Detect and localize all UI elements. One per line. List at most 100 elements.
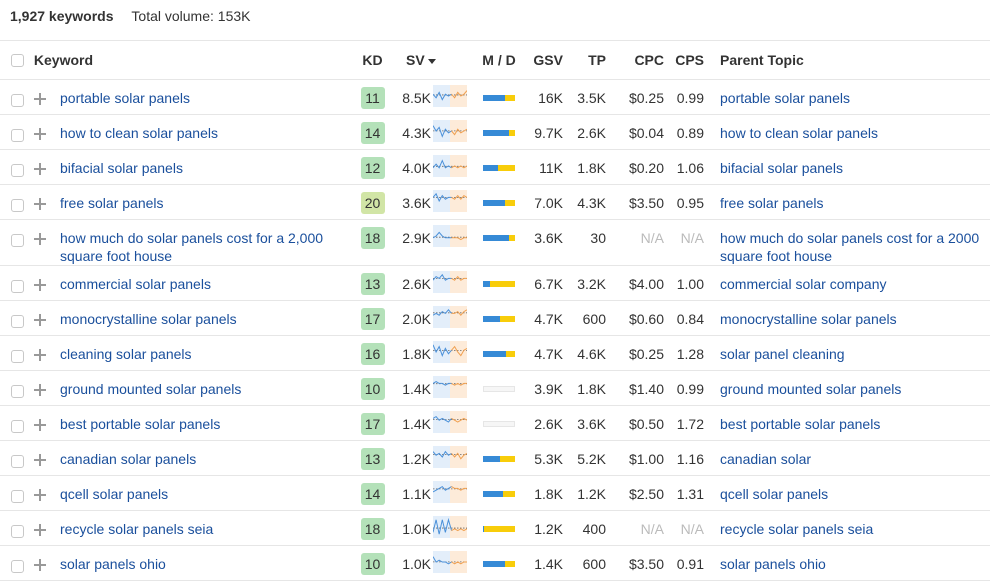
parent-topic-link[interactable]: best portable solar panels: [720, 416, 880, 432]
keyword-link[interactable]: how to clean solar panels: [60, 124, 218, 142]
parent-topic-link[interactable]: recycle solar panels seia: [720, 521, 873, 537]
keyword-link[interactable]: portable solar panels: [60, 89, 190, 107]
keyword-link[interactable]: bifacial solar panels: [60, 159, 183, 177]
parent-topic-link[interactable]: bifacial solar panels: [720, 160, 843, 176]
kd-badge: 13: [360, 448, 385, 470]
row-checkbox[interactable]: [11, 163, 24, 177]
keyword-link[interactable]: free solar panels: [60, 194, 164, 212]
parent-topic-link[interactable]: canadian solar: [720, 451, 811, 467]
header-sv[interactable]: SV: [395, 40, 475, 80]
row-checkbox[interactable]: [11, 384, 24, 398]
table-row: cleaning solar panels 16 1.8K 4.7K 4.6K …: [0, 335, 990, 371]
add-to-list-icon[interactable]: [34, 163, 46, 176]
cpc: $0.20: [628, 160, 664, 176]
mobile-share: [483, 526, 484, 533]
add-to-list-icon[interactable]: [34, 524, 46, 537]
sparkline-past-bg: [433, 271, 450, 293]
parent-topic-link[interactable]: solar panels ohio: [720, 556, 826, 572]
row-checkbox[interactable]: [11, 93, 24, 107]
row-checkbox[interactable]: [11, 279, 24, 293]
add-to-list-icon[interactable]: [34, 198, 46, 211]
keyword-link[interactable]: solar panels ohio: [60, 555, 166, 573]
kd-badge: 11: [360, 87, 385, 109]
add-to-list-icon[interactable]: [34, 314, 46, 327]
traffic-potential: 4.6K: [577, 346, 606, 362]
keyword-link[interactable]: cleaning solar panels: [60, 345, 192, 363]
cps: 0.89: [676, 125, 704, 141]
add-to-list-icon[interactable]: [34, 489, 46, 502]
parent-topic-link[interactable]: portable solar panels: [720, 90, 850, 106]
cpc: $0.50: [628, 416, 664, 432]
mobile-share: [483, 235, 509, 242]
row-checkbox[interactable]: [11, 128, 24, 142]
global-volume: 6.7K: [534, 276, 563, 292]
parent-topic-link[interactable]: free solar panels: [720, 195, 824, 211]
select-all-checkbox[interactable]: [11, 53, 24, 67]
volume-trend-sparkline: [433, 85, 467, 107]
keyword-link[interactable]: qcell solar panels: [60, 485, 168, 503]
kd-badge: 18: [360, 518, 385, 540]
header-md[interactable]: M / D: [475, 40, 523, 80]
add-to-list-icon[interactable]: [34, 279, 46, 292]
add-to-list-icon[interactable]: [34, 559, 46, 572]
keyword-link[interactable]: ground mounted solar panels: [60, 380, 241, 398]
search-volume: 4.3K: [402, 125, 431, 141]
keyword-link[interactable]: recycle solar panels seia: [60, 520, 213, 538]
global-volume: 7.0K: [534, 195, 563, 211]
row-checkbox[interactable]: [11, 559, 24, 573]
traffic-potential: 30: [590, 230, 606, 246]
kd-badge: 14: [360, 483, 385, 505]
table-row: solar panels ohio 10 1.0K 1.4K 600 $3.50…: [0, 545, 990, 581]
parent-topic-link[interactable]: commercial solar company: [720, 276, 887, 292]
parent-topic-link[interactable]: how to clean solar panels: [720, 125, 878, 141]
header-cps[interactable]: CPS: [670, 40, 710, 80]
row-checkbox[interactable]: [11, 233, 24, 247]
table-row: recycle solar panels seia 18 1.0K 1.2K 4…: [0, 510, 990, 546]
row-checkbox[interactable]: [11, 198, 24, 212]
row-checkbox[interactable]: [11, 454, 24, 468]
row-checkbox[interactable]: [11, 419, 24, 433]
header-sv-label: SV: [406, 52, 425, 68]
parent-topic-link[interactable]: qcell solar panels: [720, 486, 828, 502]
add-to-list-icon[interactable]: [34, 233, 46, 246]
header-keyword[interactable]: Keyword: [0, 40, 350, 80]
cpc: $1.00: [628, 451, 664, 467]
sort-desc-icon: [427, 58, 436, 64]
volume-trend-sparkline: [433, 411, 467, 433]
add-to-list-icon[interactable]: [34, 384, 46, 397]
add-to-list-icon[interactable]: [34, 128, 46, 141]
add-to-list-icon[interactable]: [34, 349, 46, 362]
keyword-link[interactable]: commercial solar panels: [60, 275, 211, 293]
row-checkbox[interactable]: [11, 314, 24, 328]
row-checkbox[interactable]: [11, 349, 24, 363]
sparkline-past-bg: [433, 306, 450, 328]
sparkline-past-bg: [433, 85, 450, 107]
cps: 1.16: [676, 451, 704, 467]
global-volume: 9.7K: [534, 125, 563, 141]
header-kd[interactable]: KD: [350, 40, 395, 80]
mobile-desktop-bar: [483, 95, 515, 102]
mobile-desktop-bar: [483, 281, 515, 288]
keyword-count: 1,927 keywords: [10, 8, 114, 24]
parent-topic-link[interactable]: monocrystalline solar panels: [720, 311, 897, 327]
add-to-list-icon[interactable]: [34, 454, 46, 467]
header-parent-topic[interactable]: Parent Topic: [710, 40, 990, 80]
keyword-link[interactable]: canadian solar panels: [60, 450, 196, 468]
traffic-potential: 1.2K: [577, 486, 606, 502]
traffic-potential: 2.6K: [577, 125, 606, 141]
keyword-link[interactable]: best portable solar panels: [60, 415, 220, 433]
row-checkbox[interactable]: [11, 524, 24, 538]
header-cpc[interactable]: CPC: [614, 40, 670, 80]
add-to-list-icon[interactable]: [34, 419, 46, 432]
add-to-list-icon[interactable]: [34, 93, 46, 106]
parent-topic-link[interactable]: how much do solar panels cost for a 2000…: [720, 230, 979, 264]
parent-topic-link[interactable]: ground mounted solar panels: [720, 381, 901, 397]
parent-topic-link[interactable]: solar panel cleaning: [720, 346, 845, 362]
row-checkbox[interactable]: [11, 489, 24, 503]
keyword-link[interactable]: how much do solar panels cost for a 2,00…: [60, 229, 350, 265]
header-gsv[interactable]: GSV: [523, 40, 569, 80]
keyword-link[interactable]: monocrystalline solar panels: [60, 310, 237, 328]
global-volume: 1.8K: [534, 486, 563, 502]
global-volume: 4.7K: [534, 346, 563, 362]
header-tp[interactable]: TP: [569, 40, 614, 80]
